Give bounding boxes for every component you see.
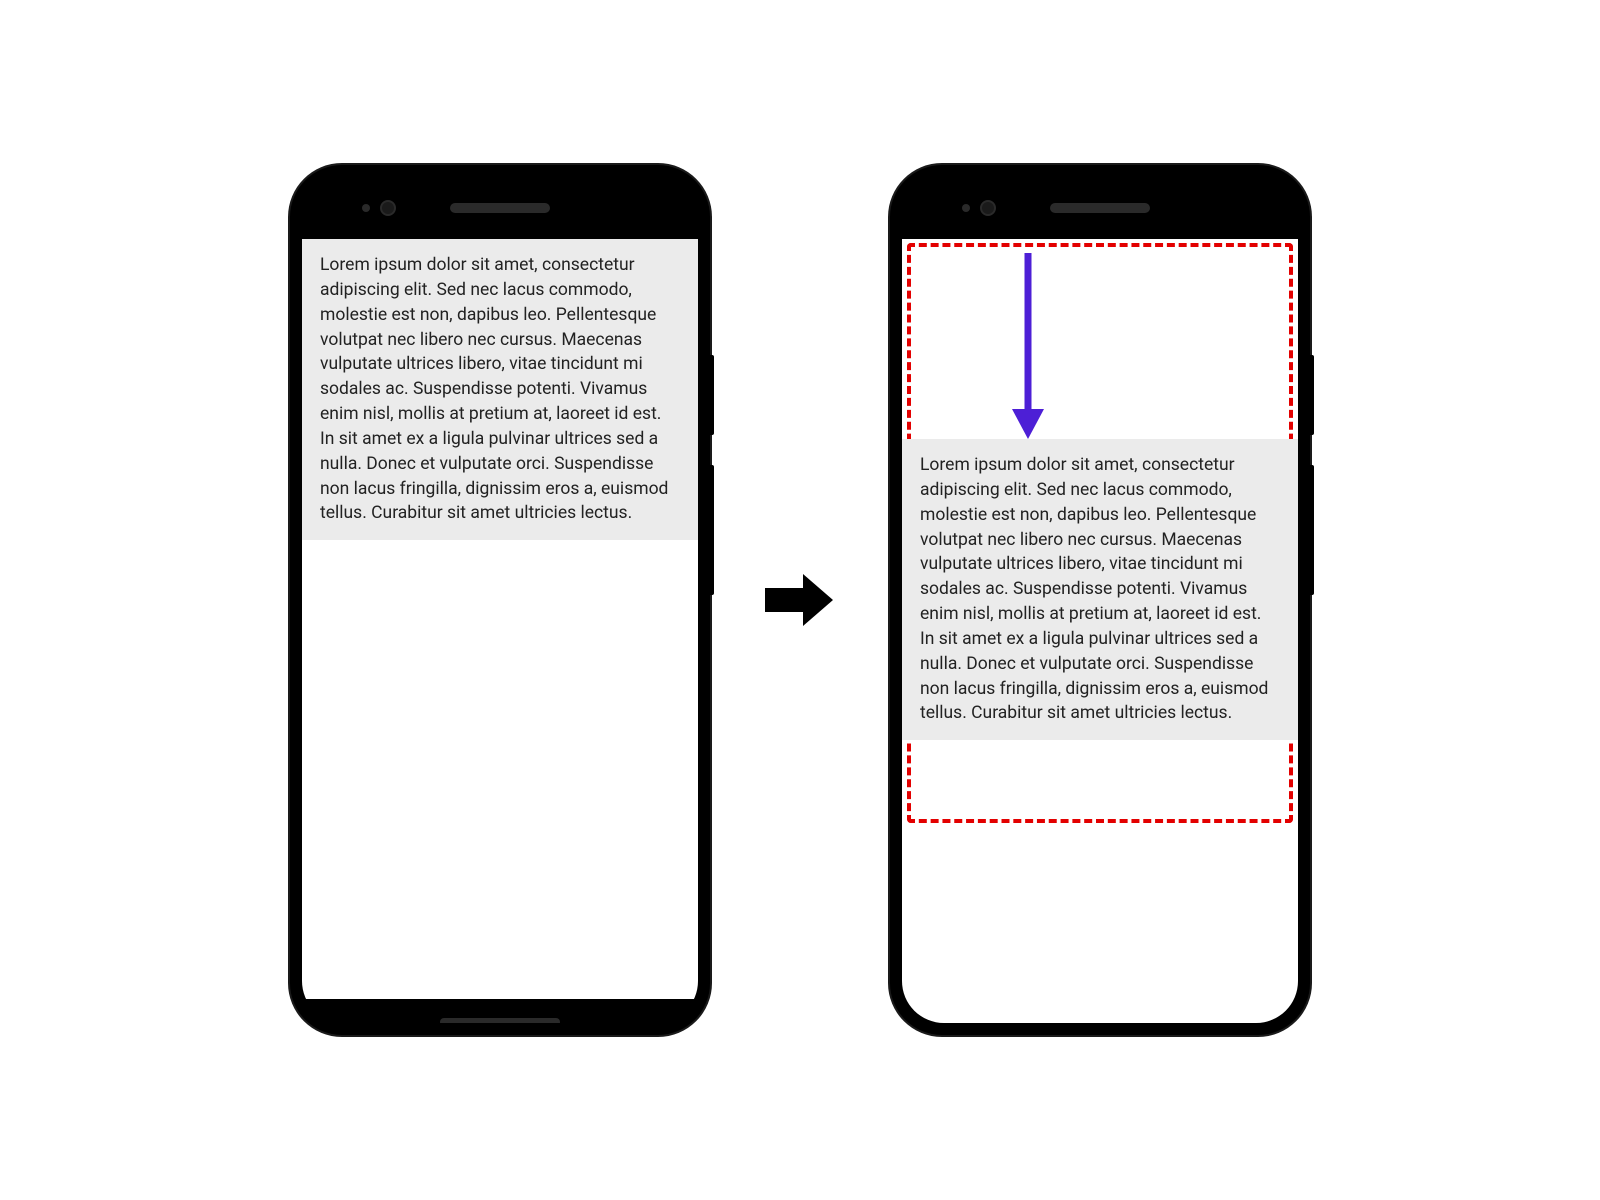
phone-mockup-after: Lorem ipsum dolor sit amet, consectetur … bbox=[890, 165, 1310, 1035]
offset-arrow-down-icon bbox=[1010, 253, 1046, 447]
phone-top-bezel bbox=[902, 177, 1298, 239]
camera-dot-icon bbox=[980, 200, 996, 216]
phone-bottom-bezel bbox=[302, 999, 698, 1023]
volume-button bbox=[1310, 465, 1314, 595]
speaker-icon bbox=[1050, 203, 1150, 213]
bottom-speaker-icon bbox=[440, 1018, 560, 1023]
content-text-block: Lorem ipsum dolor sit amet, consectetur … bbox=[902, 439, 1298, 740]
transition-arrow-icon bbox=[760, 570, 840, 630]
camera-cluster bbox=[962, 200, 996, 216]
power-button bbox=[1310, 355, 1314, 435]
offset-content-wrapper: Lorem ipsum dolor sit amet, consectetur … bbox=[902, 439, 1298, 740]
phone-inner: Lorem ipsum dolor sit amet, consectetur … bbox=[302, 177, 698, 1023]
phone-mockup-before: Lorem ipsum dolor sit amet, consectetur … bbox=[290, 165, 710, 1035]
speaker-icon bbox=[450, 203, 550, 213]
camera-dot-icon bbox=[380, 200, 396, 216]
camera-cluster bbox=[362, 200, 396, 216]
power-button bbox=[710, 355, 714, 435]
phone-screen-after: Lorem ipsum dolor sit amet, consectetur … bbox=[902, 239, 1298, 1023]
content-text-block: Lorem ipsum dolor sit amet, consectetur … bbox=[302, 239, 698, 540]
sensor-dot-icon bbox=[362, 204, 370, 212]
volume-button bbox=[710, 465, 714, 595]
phone-screen-before: Lorem ipsum dolor sit amet, consectetur … bbox=[302, 239, 698, 999]
sensor-dot-icon bbox=[962, 204, 970, 212]
phone-inner: Lorem ipsum dolor sit amet, consectetur … bbox=[902, 177, 1298, 1023]
phone-top-bezel bbox=[302, 177, 698, 239]
